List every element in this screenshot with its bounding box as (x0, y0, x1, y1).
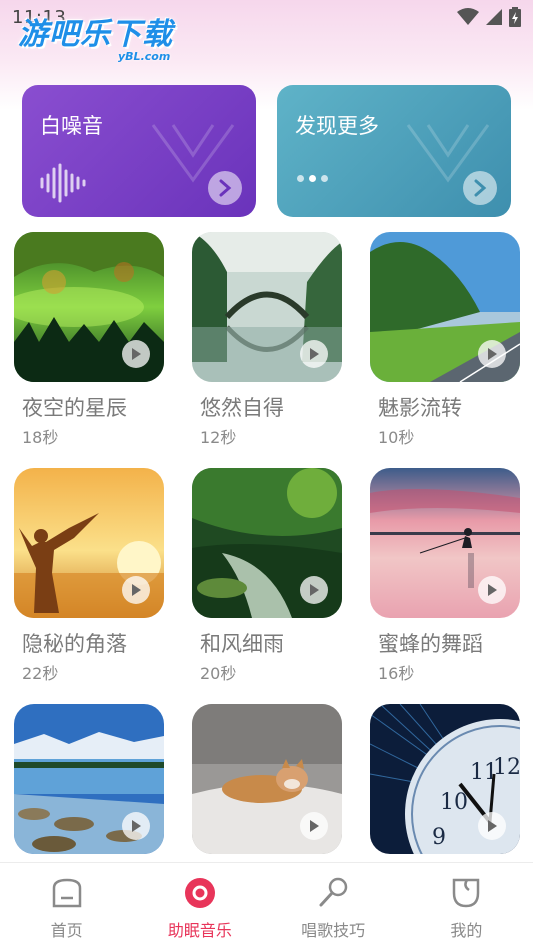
tab-label: 首页 (50, 921, 83, 940)
track-title: 夜空的星辰 (22, 396, 127, 420)
tab-profile[interactable]: 我的 (400, 863, 533, 948)
wifi-icon (457, 8, 479, 25)
play-button[interactable] (300, 812, 328, 840)
discover-more-title: 发现更多 (295, 114, 379, 138)
track-tile[interactable]: 隐秘的角落 22秒 (14, 468, 164, 704)
battery-icon (509, 7, 521, 27)
track-thumbnail (14, 468, 164, 618)
play-icon (310, 348, 319, 360)
play-icon (310, 584, 319, 596)
track-tile[interactable]: 蜜蜂的舞蹈 16秒 (370, 468, 520, 704)
discover-more-arrow-button[interactable] (463, 171, 497, 205)
dots-icon (297, 175, 328, 182)
tab-label: 助眠音乐 (167, 921, 232, 940)
signal-icon (486, 9, 502, 25)
track-thumbnail: 11 12 10 9 (370, 704, 520, 854)
track-title: 隐秘的角落 (22, 632, 127, 656)
svg-text:12: 12 (493, 755, 520, 780)
profile-icon (448, 875, 484, 911)
status-icons (457, 7, 521, 27)
play-icon (488, 348, 497, 360)
track-title: 和风细雨 (200, 632, 284, 656)
play-button[interactable] (122, 576, 150, 604)
track-thumbnail (370, 468, 520, 618)
play-button[interactable] (122, 812, 150, 840)
tab-label: 我的 (450, 921, 483, 940)
track-thumbnail (370, 232, 520, 382)
svg-text:10: 10 (440, 790, 468, 815)
play-icon (488, 820, 497, 832)
tab-label: 唱歌技巧 (301, 921, 366, 940)
play-icon (488, 584, 497, 596)
watermark-text: 游吧乐下载 (18, 17, 173, 52)
track-title: 悠然自得 (200, 396, 284, 420)
play-button[interactable] (478, 340, 506, 368)
track-thumbnail (192, 704, 342, 854)
bottom-tab-bar: 首页 助眠音乐 唱歌技巧 我的 (0, 862, 533, 948)
play-button[interactable] (478, 812, 506, 840)
waveform-icon (40, 163, 86, 203)
track-thumbnail (14, 232, 164, 382)
chevron-right-icon (219, 179, 232, 197)
track-duration: 10秒 (378, 428, 415, 447)
watermark-logo: 游吧乐下载 yBL.com (18, 17, 173, 64)
watermark-subtext: yBL.com (118, 50, 171, 63)
play-button[interactable] (300, 340, 328, 368)
play-button[interactable] (122, 340, 150, 368)
track-thumbnail (14, 704, 164, 854)
track-title: 魅影流转 (378, 396, 462, 420)
play-icon (132, 584, 141, 596)
record-icon (182, 875, 218, 911)
tab-singing-tips[interactable]: 唱歌技巧 (267, 863, 400, 948)
play-icon (310, 820, 319, 832)
track-grid: 夜空的星辰 18秒 悠然自得 12秒 魅影流转 10秒 隐秘的角落 22秒 和风… (14, 232, 520, 940)
play-button[interactable] (478, 576, 506, 604)
track-tile[interactable]: 和风细雨 20秒 (192, 468, 342, 704)
play-button[interactable] (300, 576, 328, 604)
tab-sleep-music[interactable]: 助眠音乐 (133, 863, 266, 948)
track-tile[interactable]: 夜空的星辰 18秒 (14, 232, 164, 468)
track-duration: 16秒 (378, 664, 415, 683)
white-noise-title: 白噪音 (40, 114, 103, 138)
track-thumbnail (192, 232, 342, 382)
play-icon (132, 348, 141, 360)
track-thumbnail (192, 468, 342, 618)
discover-more-card[interactable]: 发现更多 (277, 85, 511, 217)
svg-text:9: 9 (432, 825, 446, 850)
track-tile[interactable]: 魅影流转 10秒 (370, 232, 520, 468)
microphone-icon (315, 875, 351, 911)
home-icon (49, 875, 85, 911)
track-title: 蜜蜂的舞蹈 (378, 632, 483, 656)
track-duration: 22秒 (22, 664, 59, 683)
track-tile[interactable]: 悠然自得 12秒 (192, 232, 342, 468)
play-icon (132, 820, 141, 832)
track-duration: 20秒 (200, 664, 237, 683)
white-noise-card[interactable]: 白噪音 (22, 85, 256, 217)
white-noise-arrow-button[interactable] (208, 171, 242, 205)
tab-home[interactable]: 首页 (0, 863, 133, 948)
chevron-right-icon (474, 179, 487, 197)
track-duration: 18秒 (22, 428, 59, 447)
track-duration: 12秒 (200, 428, 237, 447)
